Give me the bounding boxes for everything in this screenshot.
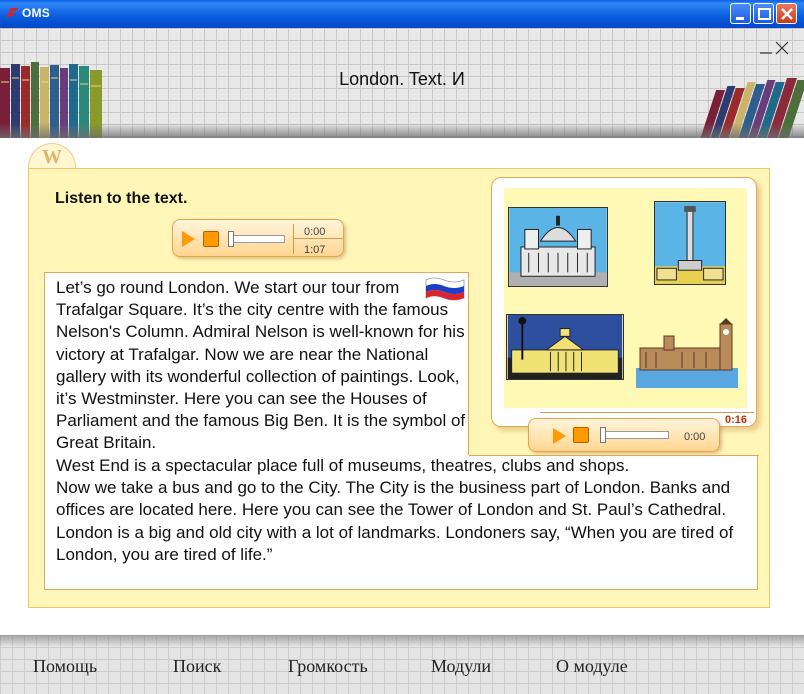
menu-help[interactable]: Помощь (33, 656, 97, 677)
story-text-4: London is a big and old city with a lot … (56, 522, 734, 564)
maximize-icon (758, 8, 771, 20)
module-header: London. Text. И (0, 28, 804, 138)
window-title: OMS (22, 6, 50, 20)
maximize-button[interactable] (753, 3, 774, 24)
total-time: 0:16 (725, 414, 748, 426)
close-button[interactable] (776, 3, 797, 24)
menu-modules[interactable]: Модули (431, 656, 491, 677)
play-icon[interactable] (182, 231, 195, 247)
page-title: London. Text. И (339, 69, 465, 89)
module-close-icon[interactable] (774, 40, 790, 56)
player-rule (540, 412, 754, 413)
play-icon[interactable] (553, 428, 566, 444)
progress-thumb[interactable] (228, 231, 234, 247)
stop-icon[interactable] (203, 231, 219, 247)
story-paragraph-2: West End is a spectacular place full of … (56, 455, 756, 566)
menu-about[interactable]: О модуле (556, 656, 628, 677)
progress-thumb[interactable] (600, 427, 606, 443)
menu-shadow (0, 635, 804, 647)
progress-track[interactable] (600, 427, 669, 443)
header-shadow (0, 123, 804, 138)
app-icon (6, 8, 18, 18)
minimize-button[interactable] (730, 3, 751, 24)
progress-track[interactable] (228, 231, 285, 247)
module-minimize-icon[interactable] (760, 42, 772, 54)
menu-volume[interactable]: Громкость (288, 656, 368, 677)
story-text-1: Let’s go round London. We start our tour… (56, 278, 466, 453)
window-titlebar: OMS (0, 0, 804, 28)
houses-of-parliament-icon[interactable] (636, 318, 738, 388)
stop-icon[interactable] (573, 427, 589, 443)
player-divider (294, 238, 343, 239)
national-gallery-icon[interactable] (506, 314, 624, 380)
nelsons-column-icon[interactable] (654, 201, 726, 285)
story-paragraph-1: Let’s go round London. We start our tour… (56, 277, 466, 455)
elapsed-time: 0:00 (304, 226, 326, 238)
close-icon (781, 8, 793, 20)
st-pauls-cathedral-icon[interactable] (508, 207, 608, 287)
minimize-icon (736, 17, 744, 20)
russian-flag-icon[interactable] (424, 276, 466, 302)
total-time: 1:07 (304, 244, 326, 256)
player-divider (293, 224, 294, 254)
elapsed-time: 0:00 (684, 431, 706, 443)
story-text-3: Now we take a bus and go to the City. Th… (56, 478, 731, 520)
instruction-text: Listen to the text. (55, 190, 188, 207)
story-text-2: West End is a spectacular place full of … (56, 456, 630, 475)
bottom-menu-bar (0, 635, 804, 694)
menu-search[interactable]: Поиск (173, 656, 221, 677)
